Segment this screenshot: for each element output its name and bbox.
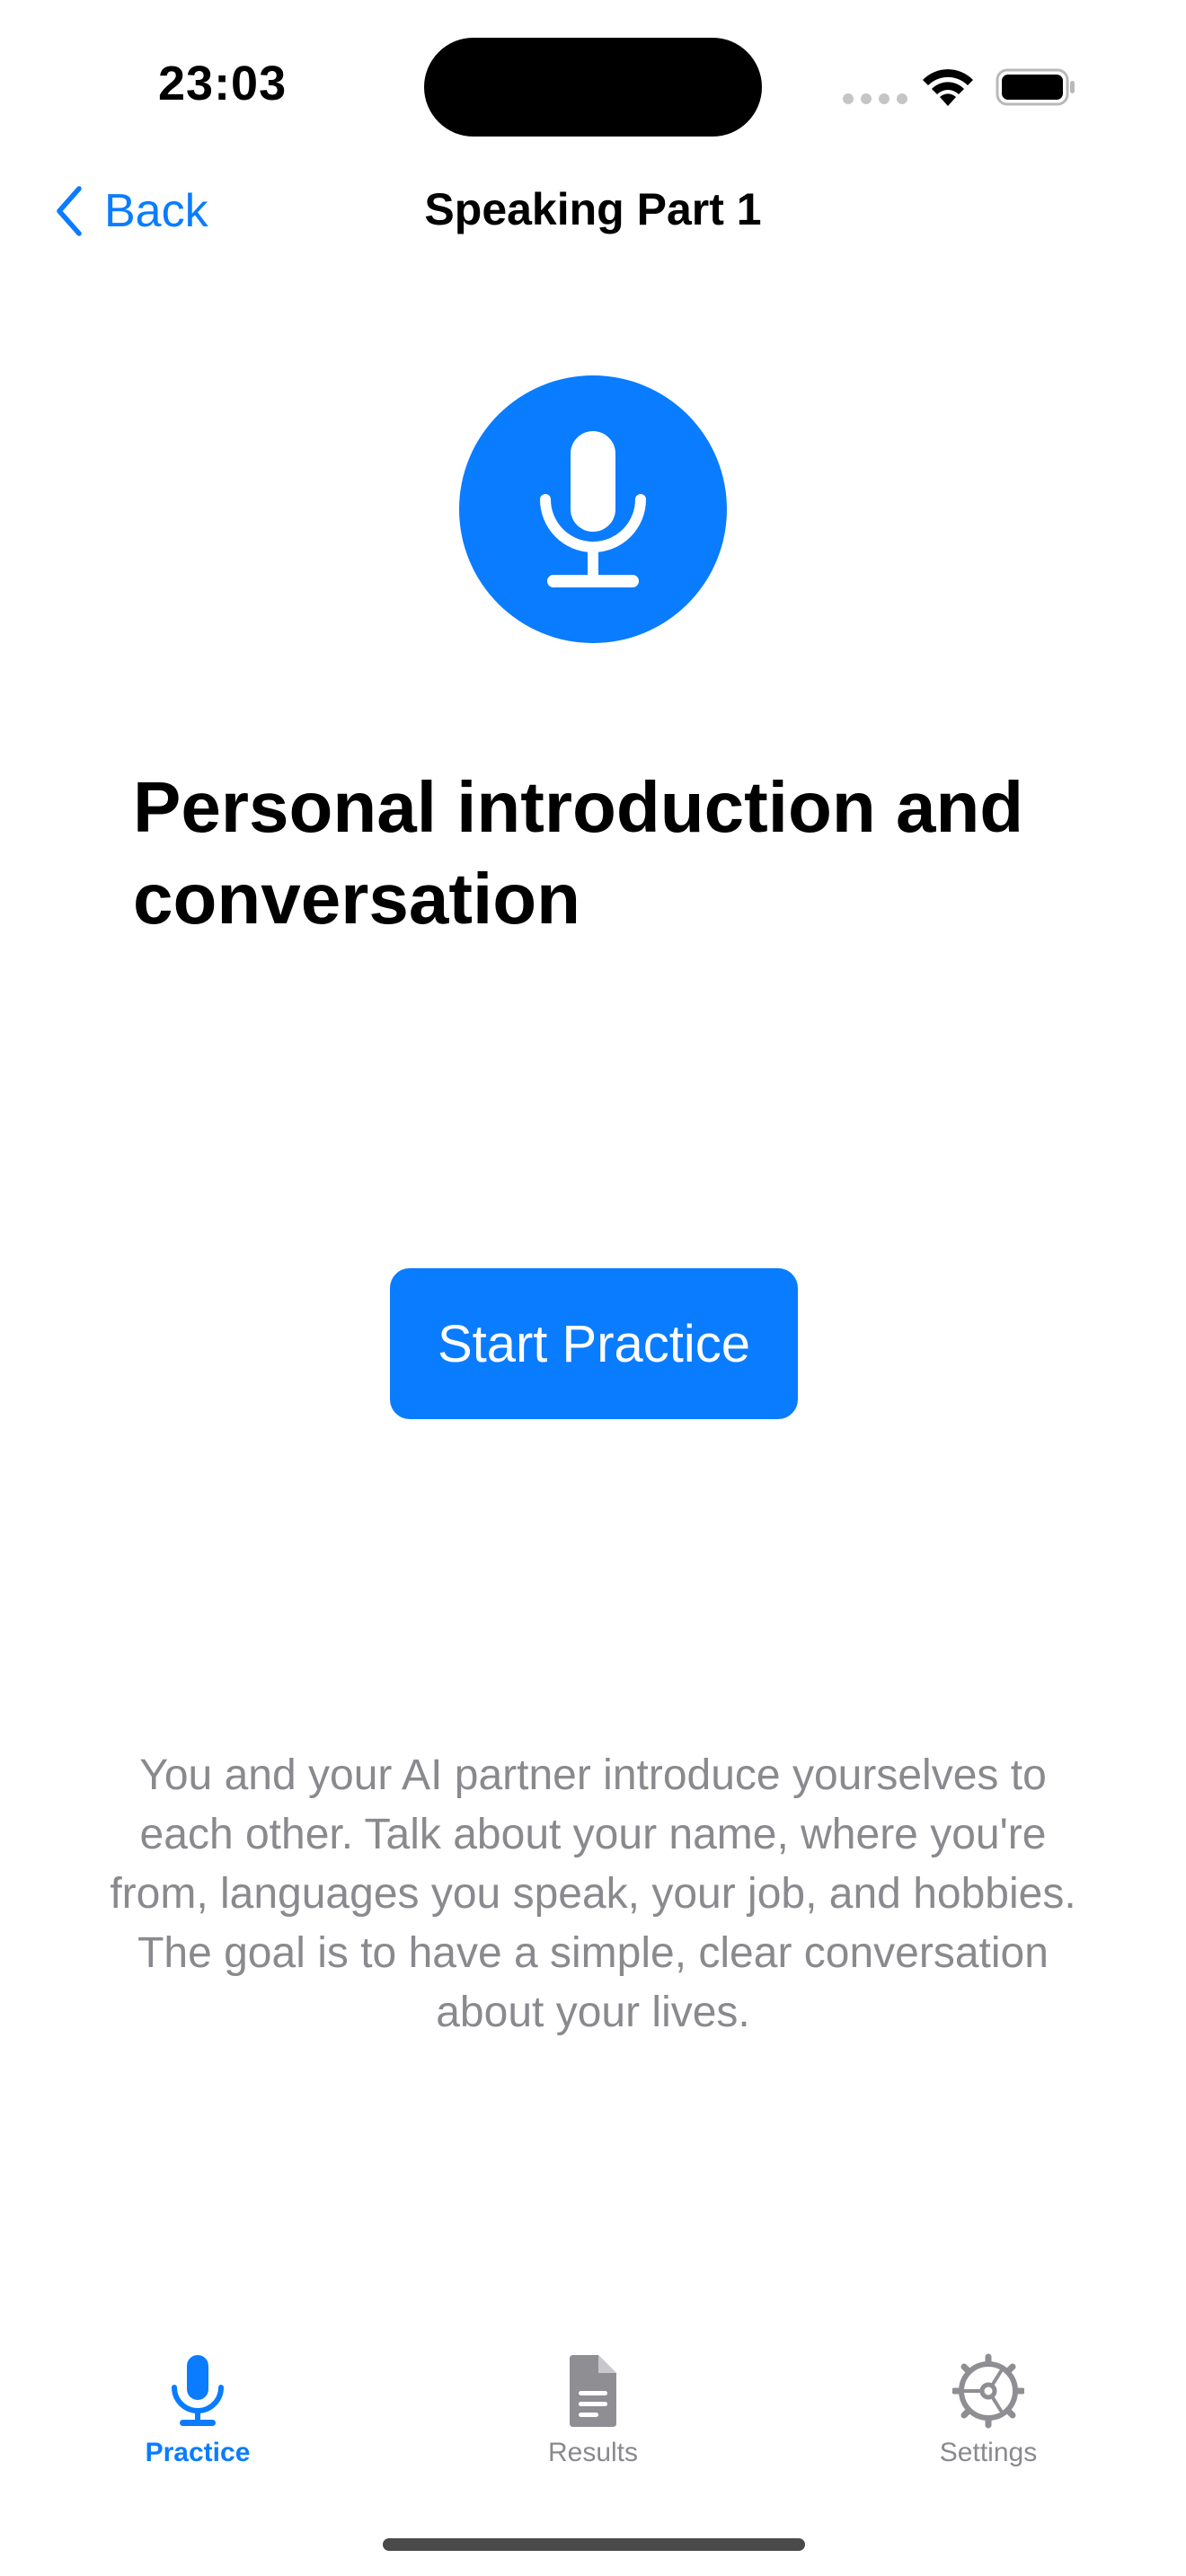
tab-label: Settings — [939, 2438, 1038, 2467]
page-heading: Personal introduction and conversation — [133, 767, 1024, 939]
dynamic-island — [424, 38, 762, 137]
wifi-icon — [923, 69, 973, 106]
cellular-signal-icon — [843, 93, 907, 104]
document-icon — [570, 2355, 616, 2427]
microphone-icon — [172, 2355, 224, 2426]
tab-settings[interactable]: Settings — [881, 2353, 1096, 2468]
gear-icon — [952, 2353, 1024, 2429]
tab-results[interactable]: Results — [485, 2353, 701, 2468]
nav-title: Speaking Part 1 — [424, 184, 762, 234]
tab-label: Practice — [145, 2438, 251, 2467]
tab-label: Results — [547, 2438, 639, 2467]
home-indicator — [383, 2538, 805, 2551]
status-time: 23:03 — [158, 57, 288, 110]
start-practice-button[interactable]: Start Practice — [390, 1268, 798, 1419]
tab-bar: Practice Results Settings — [0, 2353, 1186, 2488]
microphone-icon — [540, 431, 646, 587]
microphone-badge — [459, 375, 727, 643]
tab-practice[interactable]: Practice — [90, 2353, 305, 2468]
battery-icon — [996, 68, 1075, 106]
task-description: You and your AI partner introduce yourse… — [110, 1751, 1076, 2036]
